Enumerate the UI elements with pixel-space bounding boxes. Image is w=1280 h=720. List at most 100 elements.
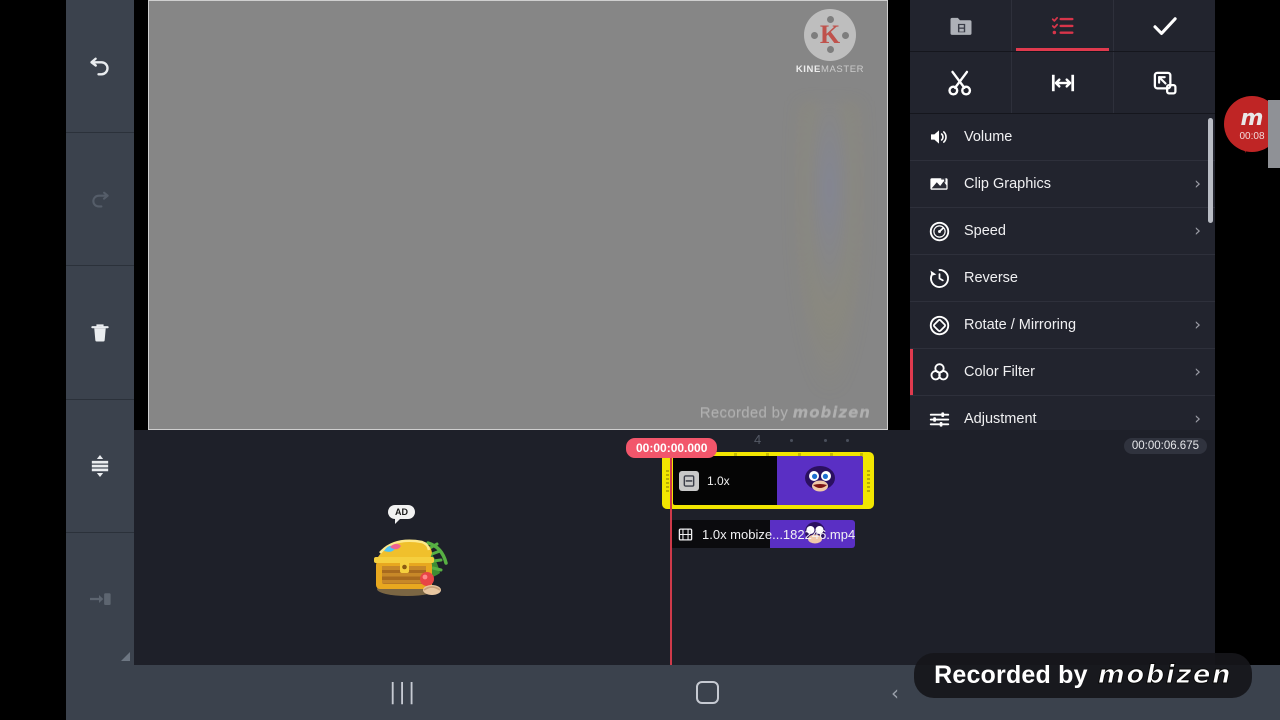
preview-artifact	[792, 101, 867, 391]
duplicate-icon	[1153, 71, 1177, 95]
ruler-tick	[790, 439, 793, 442]
chevron-right-icon: ›	[1194, 361, 1201, 382]
total-duration-badge: 00:00:06.675	[1123, 438, 1207, 454]
adjustment-icon	[926, 406, 952, 432]
trim-split-icon	[1051, 74, 1074, 91]
selected-clip-body: 1.0x	[673, 456, 863, 505]
recents-button[interactable]: |||	[389, 680, 417, 705]
menu-item-volume[interactable]: Volume	[910, 114, 1215, 161]
left-tool-rail	[66, 0, 134, 665]
clip-speed-label: 1.0x	[707, 473, 730, 488]
trash-icon	[91, 323, 109, 342]
playhead-time-badge: 00:00:00.000	[626, 438, 718, 458]
recorder-edge-handle[interactable]	[1268, 100, 1280, 168]
menu-label: Clip Graphics	[964, 176, 1052, 192]
jump-to-end-button[interactable]	[66, 533, 134, 665]
chevron-right-icon: ›	[1194, 220, 1201, 241]
menu-label: Adjustment	[964, 411, 1037, 427]
menu-label: Volume	[964, 129, 1013, 145]
color-filter-icon	[926, 359, 952, 385]
kinemaster-editor-screen: K KINEMASTER Recorded by mobizen Volume …	[0, 0, 1280, 720]
mobizen-banner: Recorded by mobizen	[914, 653, 1252, 698]
timeline[interactable]: 4 00:00:00.000 00:00:06.675 1.0x 1.0x mo…	[134, 430, 1215, 665]
logo-letter: K	[819, 20, 841, 49]
kinemaster-watermark: K KINEMASTER	[791, 9, 869, 75]
chevron-right-icon: ›	[1194, 408, 1201, 429]
menu-label: Color Filter	[964, 364, 1035, 380]
undo-button[interactable]	[66, 0, 134, 134]
film-strip-icon	[677, 526, 694, 543]
volume-icon	[926, 124, 952, 150]
video-preview[interactable]: K KINEMASTER Recorded by mobizen	[148, 0, 888, 430]
media-browser-icon	[950, 17, 971, 35]
clip-trim-handle-right[interactable]	[867, 469, 870, 492]
playhead[interactable]	[670, 440, 672, 665]
kinemaster-logo-icon: K	[804, 9, 856, 61]
logo-dot	[826, 16, 834, 23]
chevron-right-icon: ›	[1194, 314, 1201, 335]
wordmark-bold: KINE	[795, 64, 821, 75]
banner-recorded-by-text: Recorded by	[934, 660, 1088, 689]
clip-options-panel: Volume Clip Graphics › Speed › Reverse R…	[910, 0, 1215, 435]
banner-mobizen-logo: mobizen	[1097, 660, 1232, 691]
chevron-right-icon: ›	[1194, 173, 1201, 194]
clip-graphics-icon	[926, 171, 952, 197]
redo-icon	[92, 191, 109, 208]
ad-badge: AD	[388, 505, 415, 524]
resize-handle-icon	[121, 652, 130, 662]
menu-item-rotate-mirroring[interactable]: Rotate / Mirroring ›	[910, 302, 1215, 349]
tab-clip-options[interactable]	[1012, 0, 1114, 51]
wordmark-light: MASTER	[820, 64, 865, 75]
kinemaster-wordmark: KINEMASTER	[796, 64, 864, 75]
menu-item-clip-graphics[interactable]: Clip Graphics ›	[910, 161, 1215, 208]
pan-zoom-button[interactable]	[1012, 52, 1114, 113]
preview-mobizen-watermark: Recorded by mobizen	[700, 403, 871, 421]
menu-label: Rotate / Mirroring	[964, 317, 1077, 333]
mobizen-bubble-logo: m	[1240, 106, 1264, 131]
logo-dot	[826, 46, 834, 53]
expand-timeline-button[interactable]	[66, 400, 134, 533]
home-button[interactable]	[696, 681, 719, 704]
clip-thumbnail	[777, 456, 863, 505]
ruler-tick	[824, 439, 827, 442]
delete-button[interactable]	[66, 266, 134, 400]
duplicate-button[interactable]	[1114, 52, 1215, 113]
jump-to-end-icon	[90, 593, 111, 605]
secondary-clip[interactable]: 1.0x mobize...182246.mp4	[670, 520, 855, 548]
logo-dot	[811, 31, 818, 39]
menu-item-reverse[interactable]: Reverse	[910, 255, 1215, 302]
undo-icon	[90, 57, 109, 76]
clip-options-icon	[1051, 16, 1073, 34]
menu-label: Reverse	[964, 270, 1018, 286]
selected-clip[interactable]: 1.0x	[662, 452, 874, 509]
panel-scrollbar[interactable]	[1208, 118, 1213, 223]
menu-label: Speed	[964, 223, 1006, 239]
scissors-icon	[947, 70, 971, 96]
ruler-label: 4	[754, 432, 762, 447]
clip-trim-handle-left[interactable]	[666, 469, 669, 492]
preview-mobizen-logo: mobizen	[792, 403, 871, 421]
secondary-clip-label: 1.0x mobize...182246.mp4	[702, 526, 855, 542]
menu-item-color-filter[interactable]: Color Filter ›	[910, 349, 1215, 396]
menu-item-speed[interactable]: Speed ›	[910, 208, 1215, 255]
tab-media-browser[interactable]	[910, 0, 1012, 51]
ruler-tick	[846, 439, 849, 442]
tab-confirm[interactable]	[1114, 0, 1215, 51]
clip-options-menu: Volume Clip Graphics › Speed › Reverse R…	[910, 114, 1215, 435]
redo-button[interactable]	[66, 133, 134, 267]
speed-icon	[926, 218, 952, 244]
preview-recorded-by-text: Recorded by	[699, 404, 789, 421]
clip-tool-row	[910, 52, 1215, 114]
rotate-mirror-icon	[926, 312, 952, 338]
treasure-chest-icon	[374, 539, 448, 596]
preview-left-gap	[134, 0, 148, 430]
trim-split-button[interactable]	[910, 52, 1012, 113]
ad-overlay[interactable]: AD	[362, 505, 452, 596]
recording-timer: 00:08	[1239, 131, 1265, 142]
expand-timeline-icon	[91, 454, 109, 477]
reverse-icon	[926, 265, 952, 291]
back-button[interactable]: ‹	[891, 681, 899, 705]
left-black-bezel	[0, 0, 66, 720]
panel-tab-bar	[910, 0, 1215, 52]
check-icon	[1152, 16, 1177, 35]
